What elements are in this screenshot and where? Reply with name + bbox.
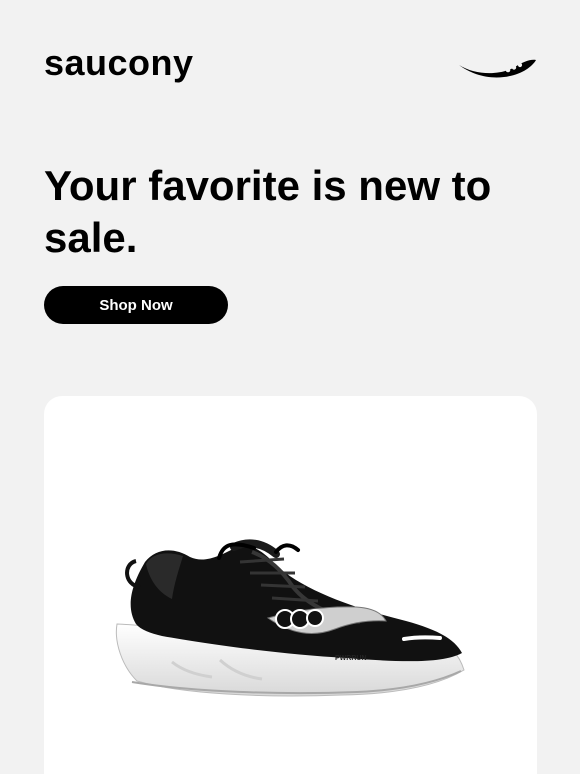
shop-now-button[interactable]: Shop Now bbox=[44, 286, 228, 324]
product-card[interactable]: PWRRUN bbox=[44, 396, 537, 774]
black-running-shoe-image[interactable]: PWRRUN bbox=[112, 534, 467, 704]
midsole-text: PWRRUN bbox=[335, 655, 367, 662]
hero-headline: Your favorite is new to sale. bbox=[44, 162, 492, 261]
saucony-swoosh-icon bbox=[459, 59, 536, 78]
saucony-logo[interactable]: saucony bbox=[44, 45, 194, 81]
email-page: saucony Your favorite is new to sale. Sh… bbox=[0, 0, 580, 774]
